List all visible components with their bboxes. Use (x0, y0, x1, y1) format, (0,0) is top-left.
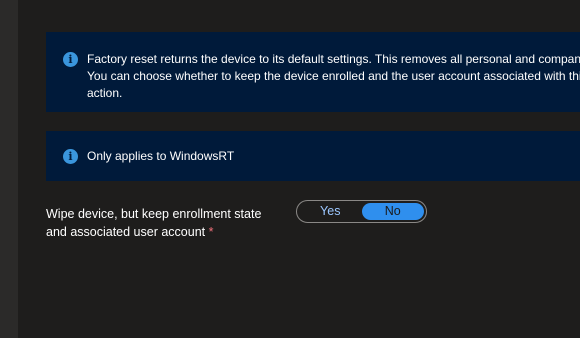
banner-text-line: You can choose whether to keep the devic… (87, 69, 580, 83)
banner-text: Only applies to WindowsRT (87, 149, 235, 163)
factory-reset-info-banner: i Factory reset returns the device to it… (46, 32, 580, 112)
toggle-option-no[interactable]: No (361, 203, 424, 220)
wipe-setting-label: Wipe device, but keep enrollment state a… (46, 205, 286, 241)
toggle-option-yes[interactable]: Yes (299, 203, 362, 220)
label-line-1: Wipe device, but keep enrollment state (46, 207, 262, 221)
banner-text-line: Factory reset returns the device to its … (87, 52, 580, 66)
banner-text-line: action. (87, 86, 123, 100)
wipe-yes-no-toggle[interactable]: Yes No (296, 200, 427, 223)
left-rail (0, 0, 18, 338)
required-marker: * (208, 225, 214, 239)
info-icon: i (63, 52, 78, 67)
windowsrt-info-banner: i Only applies to WindowsRT (46, 131, 580, 181)
content-pane: i Factory reset returns the device to it… (18, 0, 580, 338)
app-window: i Factory reset returns the device to it… (0, 0, 580, 338)
info-icon: i (63, 149, 78, 164)
label-line-2: and associated user account (46, 225, 206, 239)
